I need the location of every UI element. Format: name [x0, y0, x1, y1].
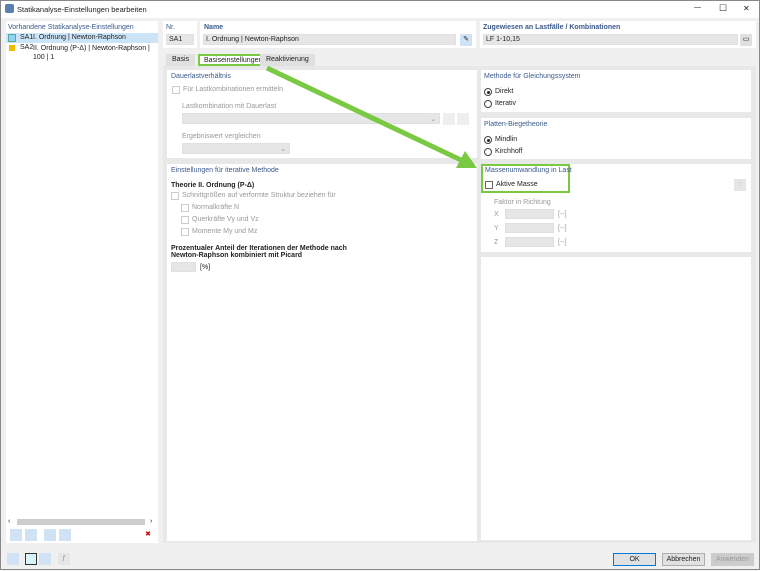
formula-icon[interactable]: ƒ — [58, 553, 70, 565]
units-icon[interactable] — [7, 553, 19, 565]
annotation-arrow — [265, 65, 477, 168]
view-icon[interactable] — [25, 553, 37, 565]
cancel-button[interactable]: Abbrechen — [662, 553, 705, 566]
apply-button[interactable]: Anwenden — [711, 553, 754, 566]
display-icon[interactable] — [39, 553, 51, 565]
ok-button[interactable]: OK — [613, 553, 656, 566]
